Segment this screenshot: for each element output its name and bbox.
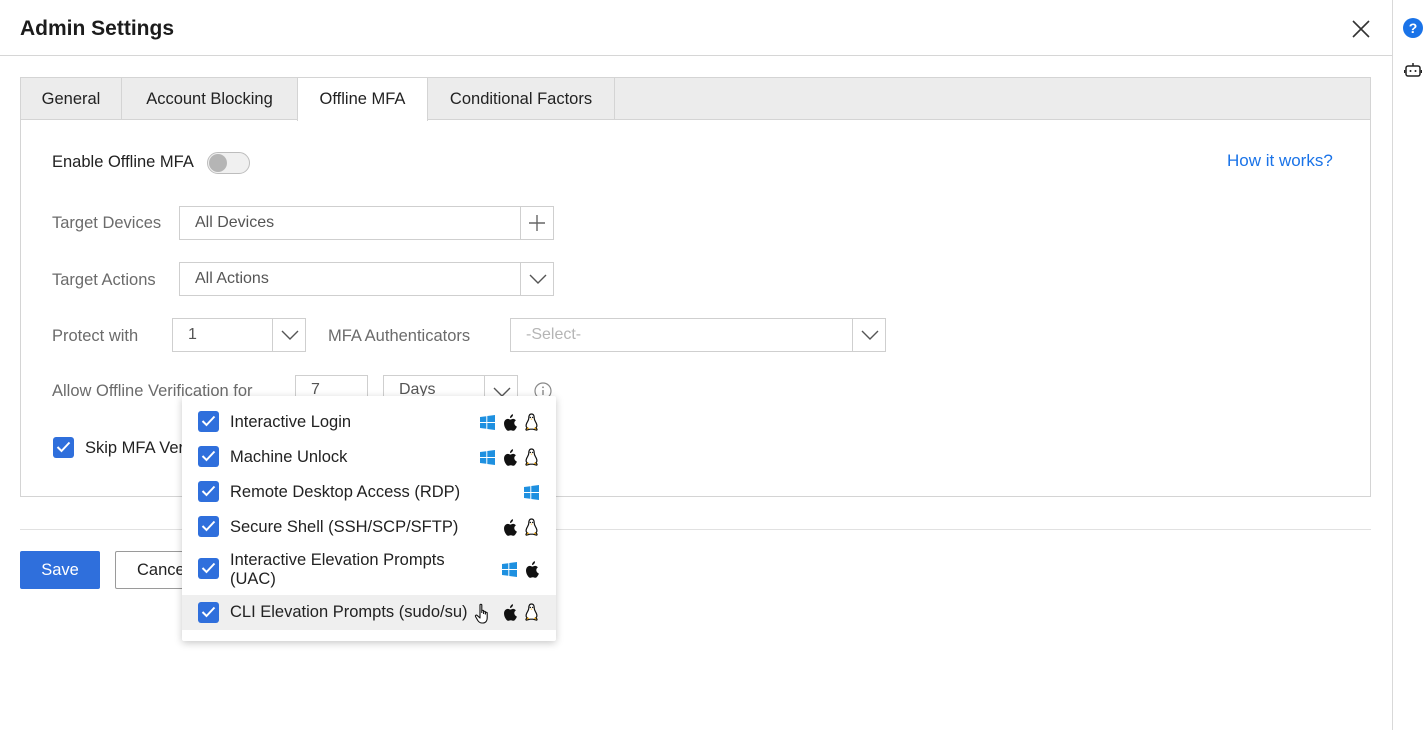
option-label: Remote Desktop Access (RDP) [230,483,461,501]
save-button[interactable]: Save [20,551,100,589]
mfa-authenticators-label: MFA Authenticators [328,327,471,345]
option-interactive-login[interactable]: Interactive Login [182,405,556,439]
option-remote-desktop-access[interactable]: Remote Desktop Access (RDP) [182,475,556,509]
tab-general[interactable]: General [21,78,122,120]
mfa-authenticators-dropdown-button[interactable] [852,319,885,351]
dialog-title: Admin Settings [20,17,175,40]
checkmark-icon [201,415,216,427]
option-checkbox[interactable] [198,481,219,502]
apple-icon [504,449,517,466]
windows-icon [502,562,517,577]
target-actions-dropdown-button[interactable] [520,263,553,295]
linux-icon [525,413,538,431]
option-label: Interactive Elevation Prompts (UAC) [230,551,445,588]
target-actions-select[interactable]: All Actions [179,262,554,296]
checkmark-icon [201,562,216,574]
checkmark-icon [201,485,216,497]
hand-cursor-icon [474,603,488,624]
right-side-rail: ? [1392,0,1424,730]
protect-with-value: 1 [188,326,197,343]
target-actions-dropdown: Interactive Login Machine Unlock Remote … [182,396,556,641]
apple-icon [504,519,517,536]
option-checkbox[interactable] [198,602,219,623]
target-actions-label: Target Actions [52,271,156,289]
tab-offline-mfa[interactable]: Offline MFA [297,78,428,121]
bot-icon[interactable] [1404,62,1422,78]
windows-icon [524,485,539,500]
option-label: CLI Elevation Prompts (sudo/su) [230,603,468,621]
help-icon[interactable]: ? [1403,18,1423,38]
offline-unit-dropdown-button[interactable] [484,376,517,398]
option-checkbox[interactable] [198,516,219,537]
checkmark-icon [56,441,71,453]
how-it-works-link[interactable]: How it works? [1227,151,1333,171]
target-devices-field[interactable]: All Devices [179,206,554,240]
windows-icon [480,415,495,430]
admin-settings-dialog: Admin Settings General Account Blocking … [0,0,1392,730]
option-checkbox[interactable] [198,446,219,467]
protect-with-select[interactable]: 1 [172,318,306,352]
target-actions-value: All Actions [195,270,269,287]
skip-mfa-label: Skip MFA Ver [85,439,185,457]
mfa-authenticators-select[interactable]: -Select- [510,318,886,352]
chevron-down-icon [529,274,547,284]
tab-conditional-factors[interactable]: Conditional Factors [428,78,615,120]
toggle-knob [209,154,227,172]
linux-icon [525,448,538,466]
option-label: Machine Unlock [230,448,348,466]
target-devices-label: Target Devices [52,214,162,232]
option-label: Interactive Login [230,413,352,431]
plus-icon [529,215,545,231]
add-device-button[interactable] [520,207,553,239]
option-machine-unlock[interactable]: Machine Unlock [182,440,556,474]
dialog-header: Admin Settings [0,2,1392,56]
mfa-authenticators-placeholder: -Select- [526,326,582,343]
apple-icon [504,414,517,431]
option-checkbox[interactable] [198,558,219,579]
checkmark-icon [201,606,216,618]
checkmark-icon [201,520,216,532]
linux-icon [525,603,538,621]
enable-offline-mfa-toggle[interactable] [207,152,250,174]
apple-icon [504,604,517,621]
option-interactive-elevation-prompts[interactable]: Interactive Elevation Prompts (UAC) [182,545,556,593]
windows-icon [480,450,495,465]
tab-bar: General Account Blocking Offline MFA Con… [21,78,1370,121]
option-label: Secure Shell (SSH/SCP/SFTP) [230,518,459,536]
option-cli-elevation-prompts[interactable]: CLI Elevation Prompts (sudo/su) [182,595,556,630]
protect-with-dropdown-button[interactable] [272,319,305,351]
chevron-down-icon [861,330,879,340]
protect-with-label: Protect with [52,327,139,345]
apple-icon [526,561,539,578]
skip-mfa-checkbox[interactable] [53,437,74,458]
linux-icon [525,518,538,536]
checkmark-icon [201,450,216,462]
option-secure-shell[interactable]: Secure Shell (SSH/SCP/SFTP) [182,510,556,544]
enable-offline-mfa-label: Enable Offline MFA [52,153,194,171]
chevron-down-icon [281,330,299,340]
close-icon[interactable] [1350,18,1372,40]
tab-account-blocking[interactable]: Account Blocking [122,78,298,120]
target-devices-value: All Devices [195,214,275,231]
option-checkbox[interactable] [198,411,219,432]
